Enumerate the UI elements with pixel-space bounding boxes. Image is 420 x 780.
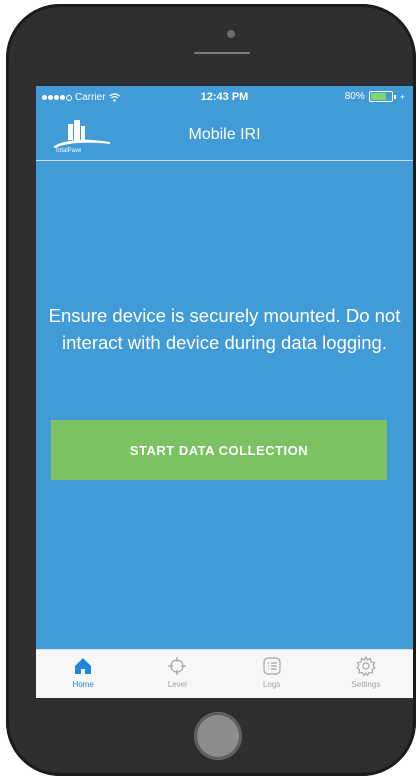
battery-level-fill bbox=[370, 93, 387, 100]
start-data-collection-button[interactable]: START DATA COLLECTION bbox=[51, 420, 387, 480]
tab-label-level: Level bbox=[167, 680, 187, 689]
crosshair-icon bbox=[168, 657, 187, 675]
tab-logs[interactable]: Logs bbox=[225, 650, 319, 698]
tab-label-home: Home bbox=[72, 680, 94, 689]
logo-text: TotalPave bbox=[55, 148, 82, 154]
app-screen: Carrier 12:43 PM 80% + TotalPave Mobile … bbox=[36, 86, 413, 698]
battery-icon bbox=[368, 91, 393, 102]
speaker-grille bbox=[194, 52, 250, 54]
list-icon bbox=[263, 657, 281, 675]
tab-level[interactable]: Level bbox=[130, 650, 224, 698]
camera-icon bbox=[227, 30, 235, 38]
tab-label-settings: Settings bbox=[351, 680, 381, 689]
page-title: Mobile IRI bbox=[188, 126, 261, 143]
phone-home-button[interactable] bbox=[194, 712, 242, 760]
tab-label-logs: Logs bbox=[262, 680, 281, 689]
gear-icon bbox=[356, 656, 376, 677]
mount-instructions: Ensure device is securely mounted. Do no… bbox=[48, 305, 401, 353]
battery-status: 80% + bbox=[344, 91, 405, 102]
tab-bar: Home Level Logs Settings bbox=[36, 649, 413, 698]
status-bar: Carrier 12:43 PM 80% + bbox=[36, 86, 413, 108]
home-icon bbox=[75, 658, 92, 674]
tab-settings[interactable]: Settings bbox=[319, 650, 413, 698]
navigation-bar: TotalPave Mobile IRI bbox=[36, 112, 413, 161]
battery-percent: 80% bbox=[344, 91, 365, 102]
tab-home[interactable]: Home bbox=[36, 650, 130, 698]
